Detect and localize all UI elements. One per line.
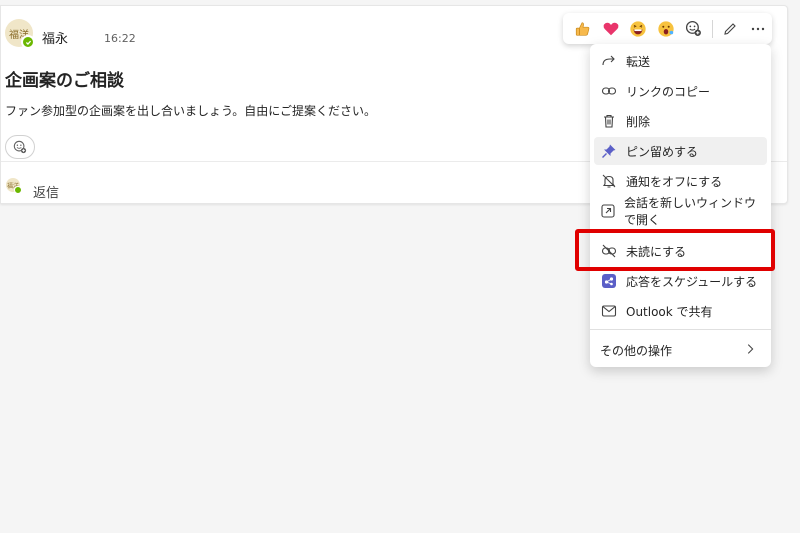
menu-item-label: 削除 (626, 114, 651, 129)
menu-item-more-actions[interactable]: その他の操作 (594, 336, 767, 364)
message-subject: 企画案のご相談 (5, 71, 124, 91)
more-icon[interactable] (744, 15, 772, 43)
reaction-bar-separator (711, 19, 713, 38)
message-body: ファン参加型の企画案を出し合いましょう。自由にご提案ください。 (5, 104, 377, 118)
bell-off-icon (600, 172, 618, 190)
pin-icon (600, 142, 618, 160)
menu-separator (590, 329, 771, 330)
surprised-emoji[interactable] (652, 15, 680, 43)
menu-item-delete[interactable]: 削除 (594, 107, 767, 135)
menu-item-mute-notifications[interactable]: 通知をオフにする (594, 167, 767, 195)
link-icon (600, 82, 618, 100)
menu-item-schedule-reply[interactable]: 応答をスケジュールする (594, 267, 767, 295)
menu-item-label: 会話を新しいウィンドウで開く (624, 196, 757, 227)
add-reaction-button[interactable] (5, 135, 35, 159)
laugh-emoji[interactable] (624, 15, 652, 43)
edit-icon[interactable] (717, 15, 745, 43)
highlight-annotation-box (575, 229, 775, 271)
menu-item-label: ピン留めする (626, 144, 699, 159)
menu-item-share-outlook[interactable]: Outlook で共有 (594, 297, 767, 325)
trash-icon (600, 112, 618, 130)
menu-item-open-new-window[interactable]: 会話を新しいウィンドウで開く (594, 196, 767, 227)
menu-item-label: Outlook で共有 (626, 304, 713, 319)
presence-dot (14, 186, 22, 194)
mail-icon (600, 302, 618, 320)
message-context-menu: 転送 リンクのコピー 削除 ピン留めする 通知をオフにする 会話を新しいウィンド… (590, 44, 771, 367)
chevron-right-icon (743, 342, 757, 359)
menu-item-label: 通知をオフにする (626, 174, 723, 189)
menu-item-forward[interactable]: 転送 (594, 47, 767, 75)
schedule-app-icon (600, 272, 618, 290)
presence-available-icon (21, 35, 35, 49)
forward-icon (600, 52, 618, 70)
add-reaction-icon[interactable] (680, 15, 708, 43)
menu-item-label: 応答をスケジュールする (626, 274, 758, 289)
reaction-bar (563, 13, 772, 44)
reply-avatar: 福洋 (6, 178, 22, 194)
menu-item-label: リンクのコピー (626, 84, 711, 99)
message-time: 16:22 (104, 32, 136, 45)
author-avatar[interactable]: 福洋 (5, 19, 35, 49)
menu-item-pin[interactable]: ピン留めする (594, 137, 767, 165)
author-name: 福永 (42, 32, 69, 47)
heart-emoji[interactable] (597, 15, 625, 43)
menu-item-label: その他の操作 (600, 343, 673, 358)
menu-item-label: 転送 (626, 54, 651, 69)
like-emoji[interactable] (569, 15, 597, 43)
menu-item-copy-link[interactable]: リンクのコピー (594, 77, 767, 105)
popout-icon (600, 202, 616, 220)
reply-button[interactable]: 返信 (33, 182, 59, 201)
add-reaction-icon (13, 140, 27, 154)
